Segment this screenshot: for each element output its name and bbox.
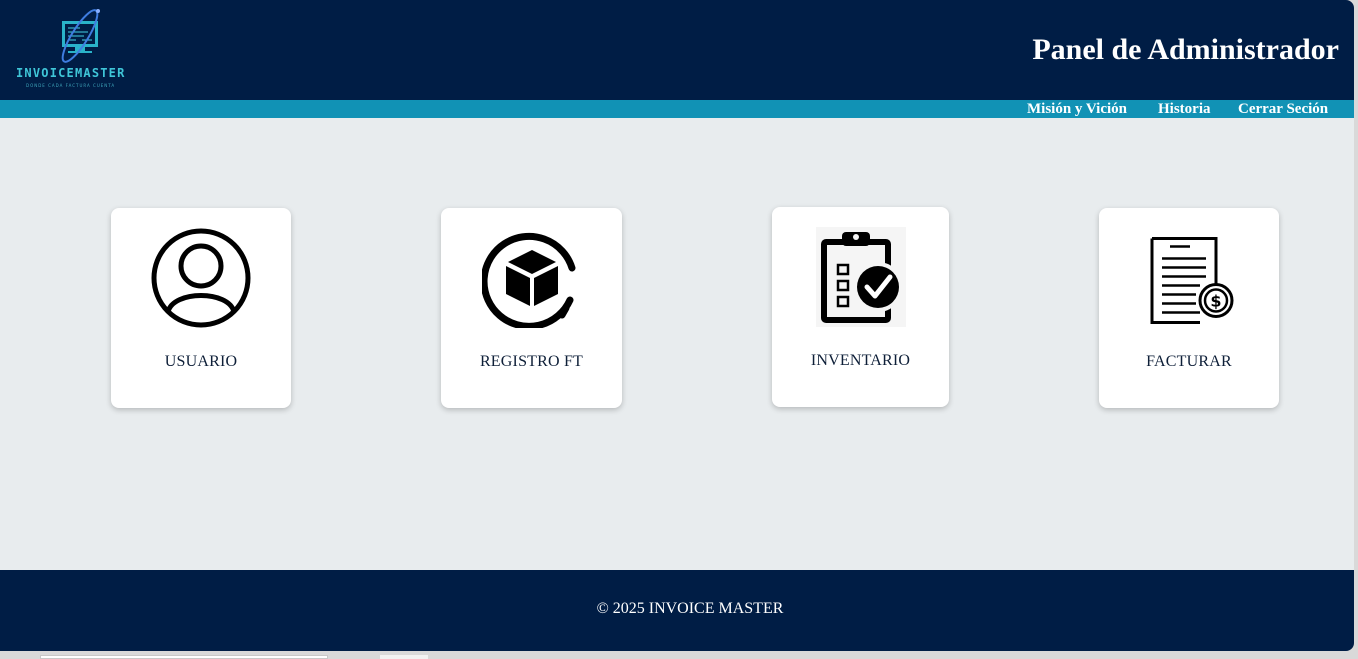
page-title: Panel de Administrador	[1032, 33, 1339, 66]
nav-link-cerrar-sesion[interactable]: Cerrar Seción	[1238, 100, 1328, 118]
card-facturar[interactable]: $ FACTURAR	[1099, 208, 1279, 408]
invoice-dollar-icon: $	[1150, 237, 1234, 324]
footer-copyright: © 2025 INVOICE MASTER	[596, 600, 784, 617]
card-label-inventario: INVENTARIO	[810, 352, 911, 369]
nav-bar: Misión y Vición Historia Cerrar Seción	[0, 100, 1354, 118]
nav-link-mision[interactable]: Misión y Vición	[1027, 100, 1127, 118]
page: INVOICEMASTER DONDE CADA FACTURA CUENTA …	[0, 0, 1354, 651]
clipboard-check-icon	[815, 227, 906, 327]
scrollbar-thumb[interactable]	[40, 655, 328, 659]
card-label-registro-ft: REGISTRO FT	[479, 353, 584, 370]
card-label-facturar: FACTURAR	[1146, 353, 1232, 370]
scrollbar-segment	[380, 655, 428, 659]
footer: © 2025 INVOICE MASTER	[0, 570, 1354, 651]
logo-icon	[61, 9, 100, 63]
logo-tagline: DONDE CADA FACTURA CUENTA	[26, 83, 116, 88]
logo-text: INVOICEMASTER	[16, 66, 126, 80]
card-registro-ft[interactable]: REGISTRO FT	[441, 208, 622, 408]
logo[interactable]: INVOICEMASTER DONDE CADA FACTURA CUENTA	[14, 6, 152, 92]
box-icon	[481, 232, 575, 328]
card-label-usuario: USUARIO	[164, 353, 238, 370]
svg-text:$: $	[1210, 292, 1221, 311]
card-inventario[interactable]: INVENTARIO	[772, 207, 949, 407]
horizontal-scrollbar[interactable]	[0, 651, 1358, 659]
header: INVOICEMASTER DONDE CADA FACTURA CUENTA …	[0, 0, 1354, 100]
card-usuario[interactable]: USUARIO	[111, 208, 291, 408]
user-icon	[151, 228, 251, 328]
nav-link-historia[interactable]: Historia	[1158, 100, 1211, 118]
